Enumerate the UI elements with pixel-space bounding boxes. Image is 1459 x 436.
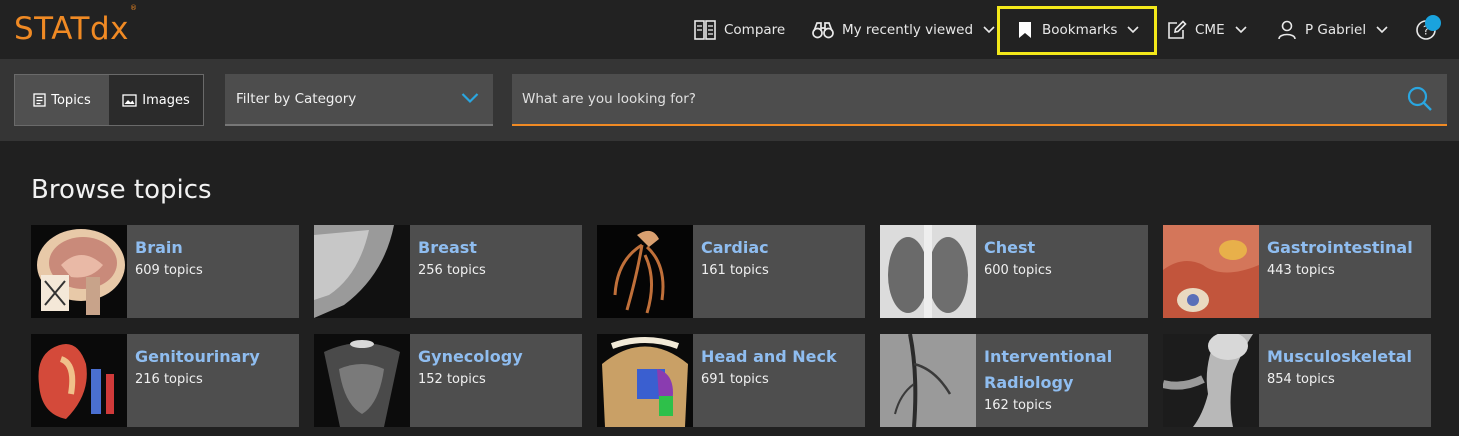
topic-count: 609 topics (135, 263, 203, 278)
statdx-logo[interactable]: STATdx® (14, 4, 137, 47)
topic-count: 161 topics (701, 263, 769, 278)
topic-name: Musculoskeletal (1267, 347, 1413, 366)
interventional-radiology-thumbnail (880, 334, 976, 427)
cme-menu[interactable]: CME (1167, 18, 1247, 42)
topic-card-breast[interactable]: Breast 256 topics (314, 225, 582, 318)
topic-name: Breast (418, 238, 477, 257)
topic-name: Gastrointestinal (1267, 238, 1413, 257)
topics-images-toggle: Topics Images (14, 74, 204, 126)
chevron-down-icon (1127, 26, 1140, 34)
topic-name: Cardiac (701, 238, 769, 257)
gynecology-thumbnail (314, 334, 410, 427)
topic-count: 216 topics (135, 372, 203, 387)
topic-card-genitourinary[interactable]: Genitourinary 216 topics (31, 334, 299, 427)
topic-name: Brain (135, 238, 183, 257)
chevron-down-icon (983, 26, 995, 34)
compare-label: Compare (724, 22, 786, 38)
chest-thumbnail (880, 225, 976, 318)
user-name: P Gabriel (1305, 22, 1367, 38)
topic-count: 600 topics (984, 263, 1052, 278)
topics-icon (33, 93, 46, 107)
breast-thumbnail (314, 225, 410, 318)
topic-card-interventional-radiology[interactable]: Interventional Radiology 162 topics (880, 334, 1148, 427)
brain-thumbnail (31, 225, 127, 318)
topics-toggle-label: Topics (51, 92, 91, 108)
topic-card-head-and-neck[interactable]: Head and Neck 691 topics (597, 334, 865, 427)
chevron-down-icon (461, 93, 479, 104)
compare-icon (694, 20, 716, 40)
image-icon (122, 93, 137, 107)
topic-count: 152 topics (418, 372, 486, 387)
topic-name: Chest (984, 238, 1036, 257)
compare-link[interactable]: Compare (694, 18, 785, 42)
bookmark-icon (1019, 22, 1031, 38)
head-and-neck-thumbnail (597, 334, 693, 427)
topic-count: 256 topics (418, 263, 486, 278)
images-toggle-label: Images (142, 92, 190, 108)
edit-icon (1168, 20, 1187, 39)
binoculars-icon (812, 22, 834, 39)
chevron-down-icon (1376, 26, 1388, 34)
topic-count: 854 topics (1267, 372, 1335, 387)
cardiac-thumbnail (597, 225, 693, 318)
topic-card-cardiac[interactable]: Cardiac 161 topics (597, 225, 865, 318)
search-box (512, 74, 1447, 126)
topic-name: Gynecology (418, 347, 523, 366)
gastrointestinal-thumbnail (1163, 225, 1259, 318)
topic-name: Genitourinary (135, 347, 260, 366)
topic-card-musculoskeletal[interactable]: Musculoskeletal 854 topics (1163, 334, 1431, 427)
recently-viewed-menu[interactable]: My recently viewed (812, 18, 995, 42)
cme-label: CME (1195, 22, 1225, 38)
search-input[interactable] (512, 74, 1392, 124)
search-icon[interactable] (1407, 86, 1433, 112)
genitourinary-thumbnail (31, 334, 127, 427)
bookmarks-menu[interactable]: Bookmarks (1018, 18, 1140, 42)
topic-count: 162 topics (984, 398, 1052, 413)
bookmarks-label: Bookmarks (1042, 22, 1118, 38)
topic-card-brain[interactable]: Brain 609 topics (31, 225, 299, 318)
top-navigation-bar: STATdx® Compare My recently viewed Bookm… (0, 0, 1459, 59)
topic-card-chest[interactable]: Chest 600 topics (880, 225, 1148, 318)
filter-label: Filter by Category (236, 91, 357, 107)
chevron-down-icon (1235, 26, 1247, 34)
filter-by-category-dropdown[interactable]: Filter by Category (225, 74, 493, 126)
topic-count: 443 topics (1267, 263, 1335, 278)
topic-count: 691 topics (701, 372, 769, 387)
topic-card-gastrointestinal[interactable]: Gastrointestinal 443 topics (1163, 225, 1431, 318)
topic-name: Head and Neck (701, 347, 837, 366)
musculoskeletal-thumbnail (1163, 334, 1259, 427)
images-toggle-button[interactable]: Images (109, 75, 203, 125)
topic-name: Interventional Radiology (984, 347, 1113, 392)
recently-viewed-label: My recently viewed (842, 22, 974, 38)
browse-topics-heading: Browse topics (31, 175, 212, 205)
notification-dot (1425, 15, 1441, 31)
user-icon (1278, 20, 1296, 40)
topics-toggle-button[interactable]: Topics (15, 75, 109, 125)
user-menu[interactable]: P Gabriel (1277, 18, 1388, 42)
topic-card-gynecology[interactable]: Gynecology 152 topics (314, 334, 582, 427)
